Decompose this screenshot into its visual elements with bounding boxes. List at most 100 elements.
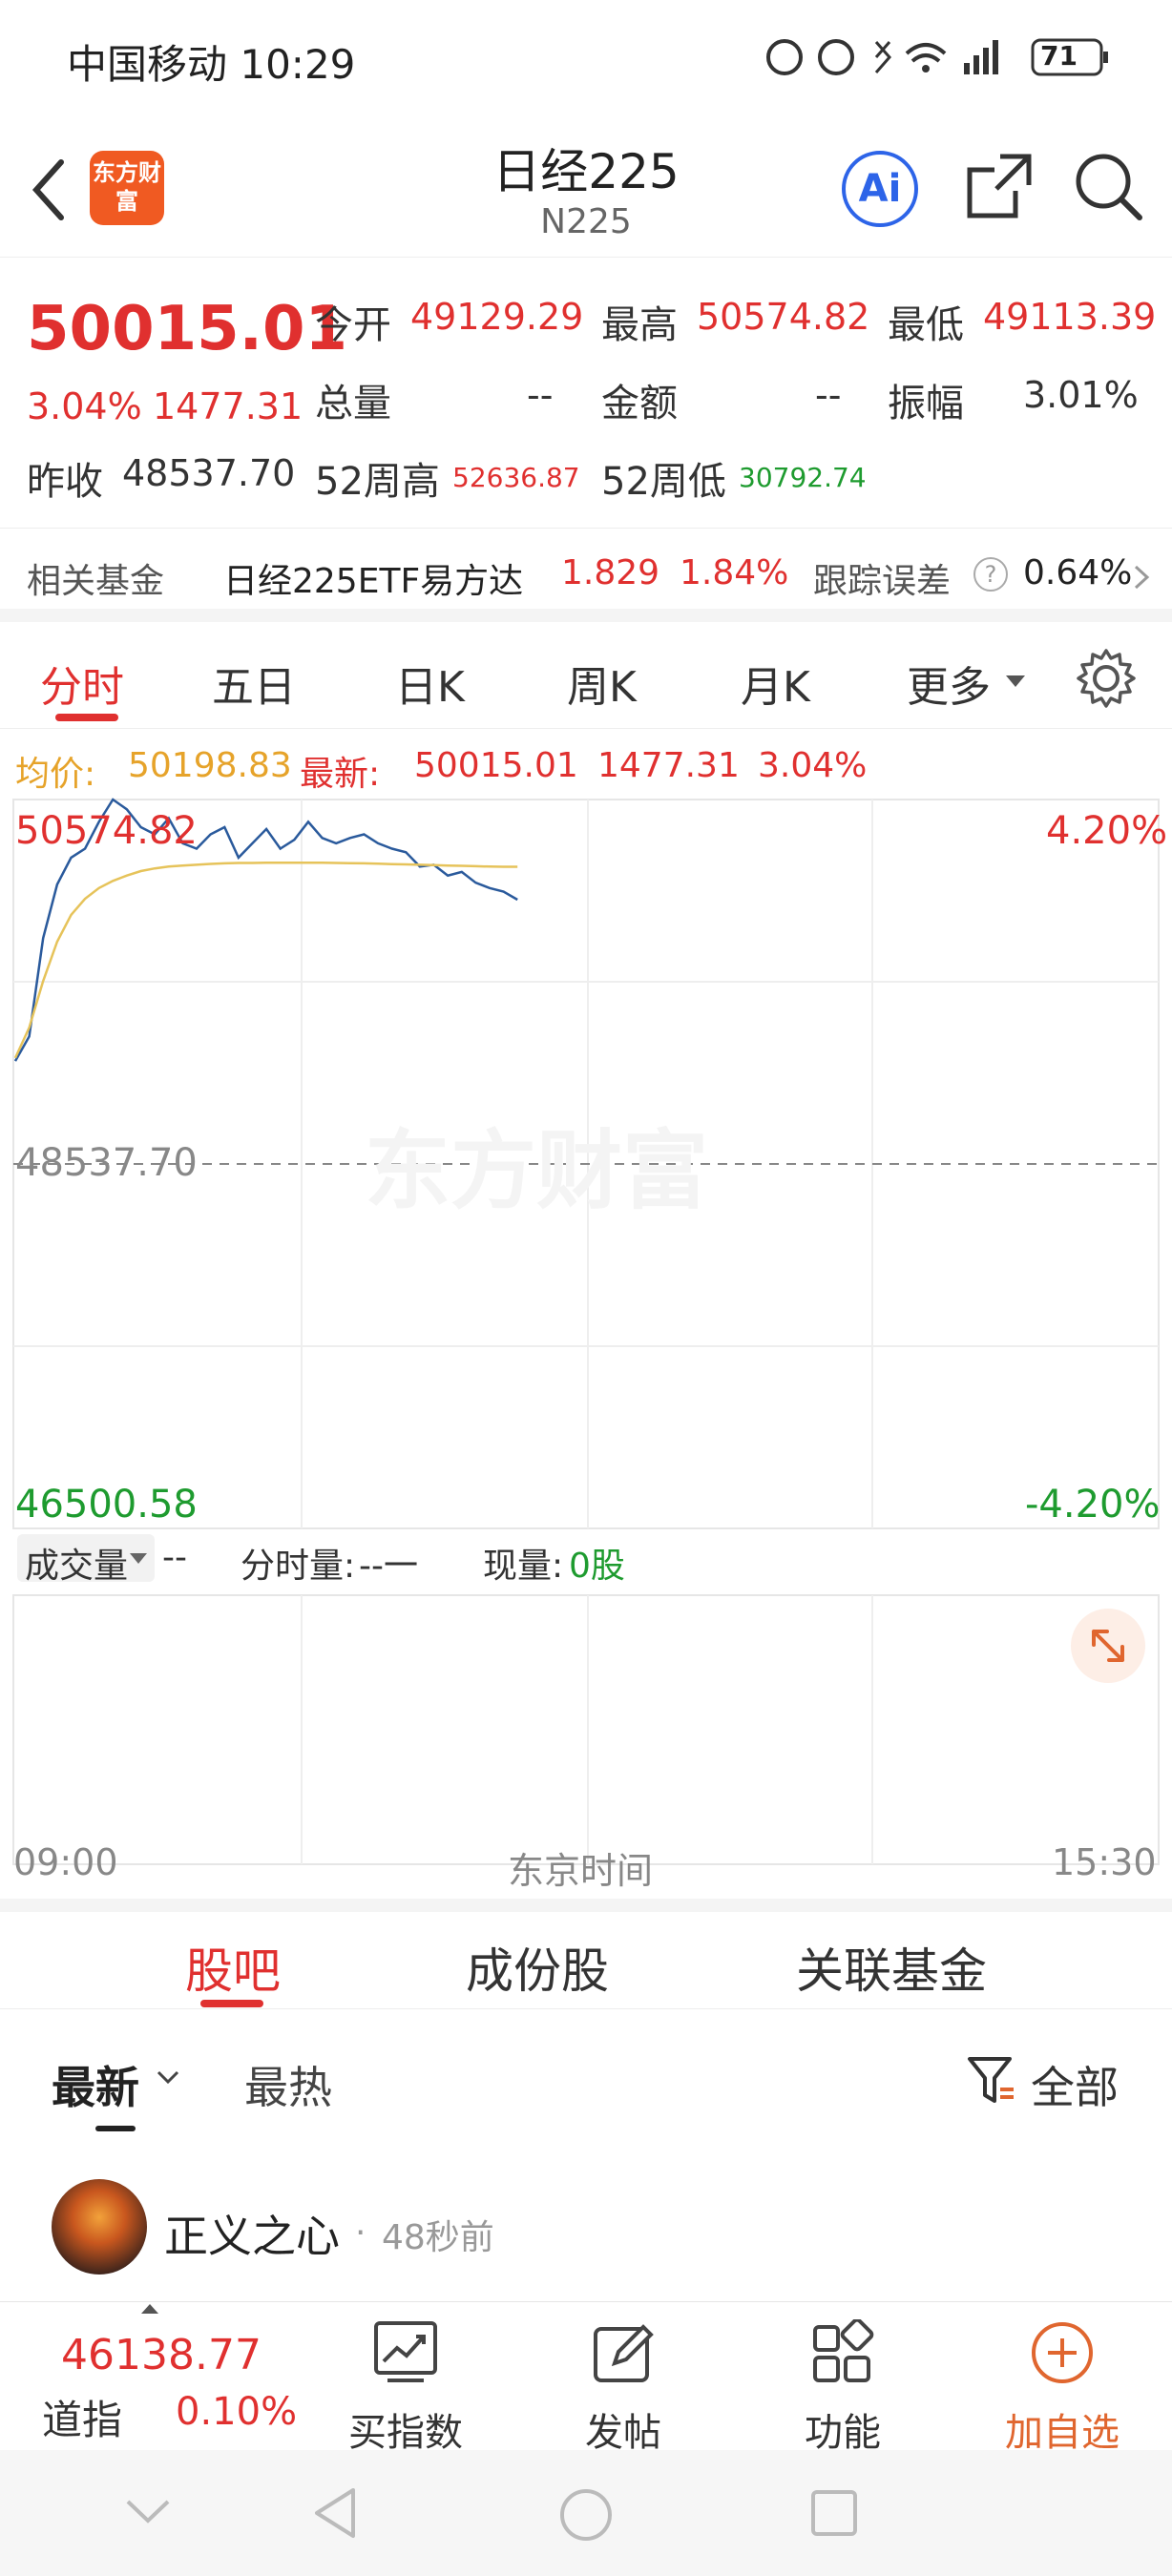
bottom-action-bar: 46138.77 道指 0.10% 买指数 发帖 功能 加自选 [0,2301,1172,2455]
filter-icon[interactable] [966,2053,1017,2107]
current-volume-label: 现量: [483,1547,564,1586]
tab-guba[interactable]: 股吧 [185,1933,281,2002]
ticker-index-name[interactable]: 道指 [42,2388,122,2446]
tab-more[interactable]: 更多 [907,653,991,714]
volume-selector-label: 成交量 [25,1547,129,1586]
volume-selector[interactable]: 成交量 [17,1534,155,1586]
tab-daily-k[interactable]: 日K [395,653,465,714]
settings-icon[interactable] [1075,647,1138,710]
tick-volume-value: --一 [359,1547,418,1586]
edit-icon [594,2324,654,2382]
fund-label: 相关基金 [27,562,165,601]
low-value: 49113.39 [983,296,1157,338]
tab-constituents[interactable]: 成份股 [466,1933,609,2002]
period-tabs: 分时 五日 日K 周K 月K 更多 [0,634,1172,729]
battery-level: 71 [1040,40,1078,72]
avg-label: 均价: [15,755,96,794]
volume-label: 总量 [315,382,391,426]
apps-grid-icon [813,2317,874,2382]
post-label: 发帖 [585,2411,661,2455]
filter-indicator [95,2126,136,2131]
open-value: 49129.29 [410,296,584,338]
axis-top-right: 4.20% [1046,809,1168,853]
buy-index-button[interactable]: 买指数 [334,2319,477,2457]
quote-panel: 50015.01 3.04% 1477.31 昨收 48537.70 今开 49… [0,260,1172,529]
avatar[interactable] [52,2179,147,2275]
add-circle-icon [1032,2322,1093,2383]
tab-monthly-k[interactable]: 月K [741,653,810,714]
ai-icon[interactable]: Ai [842,151,918,227]
volume-value: -- [527,374,554,416]
buy-index-label: 买指数 [348,2411,463,2455]
track-error-value: 0.64% [1023,553,1133,592]
status-bar: 中国移动 10:29 71 [0,0,1172,114]
nav-recents-icon[interactable] [809,2488,859,2538]
filter-hot[interactable]: 最热 [244,2053,332,2116]
fund-name[interactable]: 日经225ETF易方达 [223,553,523,603]
functions-button[interactable]: 功能 [771,2317,914,2457]
related-fund-row[interactable]: 相关基金 日经225ETF易方达 1.829 1.84% 跟踪误差 ? 0.64… [0,530,1172,622]
caret-down-icon [1006,675,1025,687]
axis-bottom-right: -4.20% [1025,1483,1161,1527]
w52-low-value: 30792.74 [739,462,867,493]
community-tabs: 股吧 成份股 关联基金 [0,1899,1172,2009]
post-item[interactable]: 正义之心 · 48秒前 [0,2166,1172,2299]
chart-canvas [12,798,1160,1865]
time-zone: 东京时间 [508,1850,654,1892]
search-icon[interactable] [1073,151,1145,223]
chevron-down-icon[interactable] [157,2070,179,2086]
functions-label: 功能 [805,2411,881,2455]
chevron-right-icon[interactable] [1132,563,1151,592]
ticker-index-value[interactable]: 46138.77 [61,2331,262,2379]
latest-label: 最新: [300,755,381,794]
carrier-time: 中国移动 10:29 [67,41,356,88]
high-label: 最高 [601,303,678,347]
post-filters: 最新 最热 全部 [0,2011,1172,2131]
tab-related-funds[interactable]: 关联基金 [796,1933,987,2002]
active-tab-indicator [55,714,118,721]
tab-weekly-k[interactable]: 周K [567,653,637,714]
amplitude-label: 振幅 [888,382,964,426]
prev-close-value: 48537.70 [122,452,296,494]
low-label: 最低 [888,303,964,347]
expand-chart-button[interactable] [1071,1609,1145,1683]
tab-intraday[interactable]: 分时 [40,653,124,714]
fund-pct: 1.84% [680,553,789,592]
app-header: 东方财富 日经225 N225 Ai [0,124,1172,258]
separator-dot: · [355,2213,366,2253]
change-pct: 3.04% [27,385,142,427]
post-username[interactable]: 正义之心 [164,2202,340,2265]
filter-latest[interactable]: 最新 [52,2053,139,2116]
share-icon[interactable] [962,151,1035,223]
caret-up-icon [141,2304,158,2314]
nav-home-icon[interactable] [557,2486,615,2544]
ticker-index-pct: 0.10% [176,2390,298,2434]
add-watchlist-button[interactable]: 加自选 [991,2319,1134,2457]
fund-price: 1.829 [561,553,660,592]
add-watchlist-label: 加自选 [1005,2411,1120,2455]
intraday-chart[interactable]: 东方财富 50574.82 4.20% 48537.70 46500.58 -4… [0,798,1172,1914]
axis-mid: 48537.70 [15,1141,198,1185]
system-nav-bar [0,2450,1172,2576]
prev-close-label: 昨收 [27,460,103,504]
amount-label: 金额 [601,382,678,426]
watermark: 东方财富 [365,1121,708,1221]
post-button[interactable]: 发帖 [552,2319,695,2457]
help-icon[interactable]: ? [973,557,1008,592]
expand-icon [1092,1630,1124,1662]
latest-value: 50015.01 [414,746,578,785]
chart-trend-icon [374,2321,437,2382]
open-label: 今开 [315,303,391,347]
nav-back-icon[interactable] [311,2486,359,2540]
latest-change: 1477.31 [597,746,740,785]
tab-five-day[interactable]: 五日 [212,653,296,714]
filter-all[interactable]: 全部 [1031,2053,1119,2116]
nav-down-icon[interactable] [124,2498,172,2526]
change-value: 1477.31 [153,385,303,427]
active-subtab-indicator [200,2000,263,2007]
latest-pct: 3.04% [758,746,868,785]
track-error-label: 跟踪误差 [813,562,952,601]
time-start: 09:00 [13,1841,118,1883]
high-value: 50574.82 [697,296,870,338]
amount-value: -- [815,374,842,416]
